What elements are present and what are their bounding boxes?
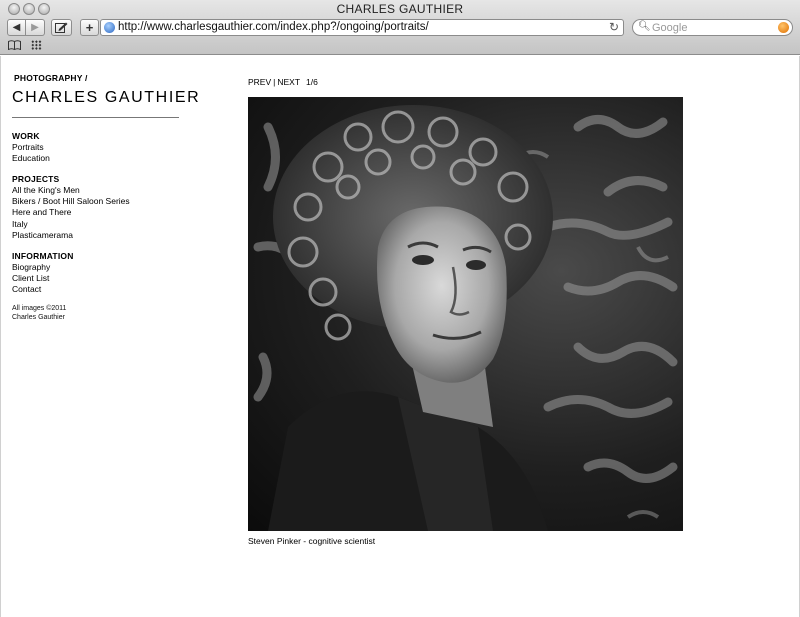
forward-button[interactable]: ▶ [26,19,45,36]
edit-icon [55,22,68,33]
menu-heading-projects: PROJECTS [12,174,60,184]
portrait-illustration [253,105,678,531]
add-bookmark-button[interactable]: + [80,19,99,36]
search-field[interactable]: 🔍︎ Google [632,19,793,36]
menu-group-projects: PROJECTS All the King's Men Bikers / Boo… [12,174,182,241]
menu-link-plasticamerama[interactable]: Plasticamerama [12,230,182,241]
portrait-photo[interactable] [248,97,683,531]
back-button[interactable]: ◀ [7,19,26,36]
photo-navigation: PREV | NEXT 1/6 [248,77,318,87]
title-bar: CHARLES GAUTHIER [0,0,800,17]
menu-link-biography[interactable]: Biography [12,262,182,273]
prev-link[interactable]: PREV [248,77,271,87]
copyright-line-1: All images ©2011 [12,305,67,312]
address-bar[interactable]: http://www.charlesgauthier.com/index.php… [100,19,624,36]
url-text[interactable]: http://www.charlesgauthier.com/index.php… [118,21,429,33]
divider [12,117,179,118]
menu-link-education[interactable]: Education [12,153,182,164]
photo-counter: 1/6 [306,77,318,87]
window-title: CHARLES GAUTHIER [336,2,464,16]
bookmarks-bar [0,39,800,55]
edit-button[interactable] [51,19,72,36]
site-kicker: PHOTOGRAPHY / [14,73,88,83]
snapback-icon[interactable] [778,22,789,33]
forward-arrow-icon: ▶ [31,22,39,33]
menu-link-italy[interactable]: Italy [12,219,182,230]
toolbar: ◀ ▶ + http://www.charlesgauthier.com/ind… [0,17,800,39]
nav-separator: | [273,77,276,87]
next-link[interactable]: NEXT [277,77,300,87]
menu-link-contact[interactable]: Contact [12,284,182,295]
photo-caption: Steven Pinker - cognitive scientist [248,536,376,546]
grid-icon[interactable] [31,40,42,50]
bookmarks-book-icon[interactable] [8,40,21,53]
menu-link-bikers[interactable]: Bikers / Boot Hill Saloon Series [12,196,182,207]
menu-link-client-list[interactable]: Client List [12,273,182,284]
menu-link-all-the-kings-men[interactable]: All the King's Men [12,185,182,196]
search-icon[interactable]: 🔍︎ [638,21,651,32]
search-placeholder: Google [652,22,688,34]
menu-link-portraits[interactable]: Portraits [12,142,182,153]
reload-icon[interactable]: ↻ [609,20,619,34]
add-icon: + [85,20,94,35]
globe-icon [104,22,115,33]
menu-group-information: INFORMATION Biography Client List Contac… [12,251,182,296]
copyright-line-2: Charles Gauthier [12,313,65,321]
back-arrow-icon: ◀ [12,22,21,33]
browser-chrome: CHARLES GAUTHIER ◀ ▶ + http://www.charle… [0,0,800,55]
web-page: PHOTOGRAPHY / CHARLES GAUTHIER WORK Port… [0,56,800,617]
copyright-notice: All images ©2011 Charles Gauthier [12,305,66,322]
menu-group-work: WORK Portraits Education [12,131,182,164]
menu-heading-information: INFORMATION [12,251,74,261]
site-title[interactable]: CHARLES GAUTHIER [12,89,200,107]
menu-heading-work: WORK [12,131,40,141]
menu-link-here-and-there[interactable]: Here and There [12,207,182,218]
